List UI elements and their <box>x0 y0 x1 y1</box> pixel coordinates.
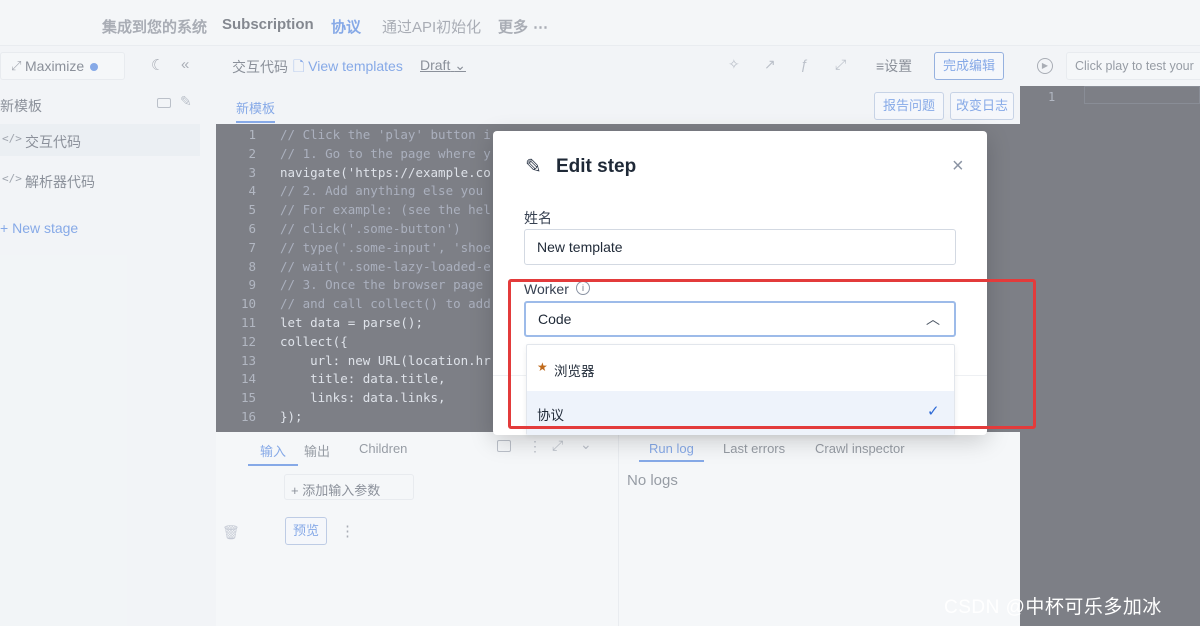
name-input[interactable]: New template <box>524 229 956 265</box>
watermark: CSDN @中杯可乐多加冰 <box>944 597 1162 618</box>
highlight-box <box>508 279 1036 429</box>
edit-icon: ✎ <box>525 156 542 178</box>
close-icon[interactable]: × <box>952 155 964 178</box>
modal-title: Edit step <box>556 156 637 177</box>
name-label: 姓名 <box>524 210 552 226</box>
